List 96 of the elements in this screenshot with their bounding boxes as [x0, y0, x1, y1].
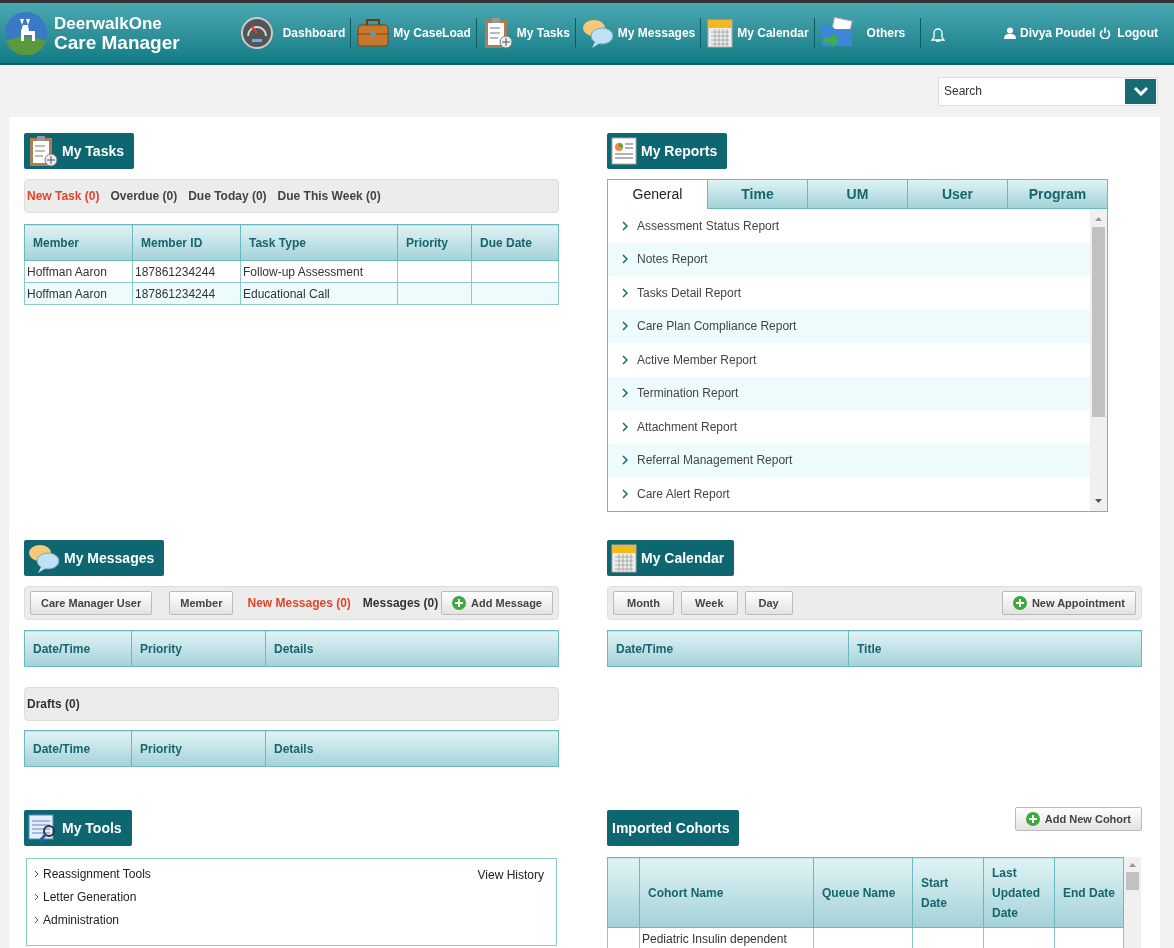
- column-header: End Date: [1054, 857, 1124, 928]
- report-list-item[interactable]: Referral Management Report: [608, 443, 1090, 477]
- briefcase-icon: [356, 18, 391, 48]
- drafts-bar: Drafts (0): [24, 687, 559, 721]
- section-heading: My Messages: [24, 540, 165, 576]
- column-header: Member: [24, 224, 133, 261]
- nav-link[interactable]: My Calendar: [704, 17, 811, 49]
- chevron-right-icon: [622, 388, 628, 399]
- table-cell: Hoffman Aaron: [24, 260, 133, 283]
- chevron-right-icon: [34, 869, 39, 878]
- view-history-link[interactable]: View History: [477, 866, 544, 884]
- chevron-right-icon: [622, 455, 628, 466]
- table-cell: Hoffman Aaron: [24, 282, 133, 305]
- dropdown-button[interactable]: [1125, 78, 1156, 104]
- chevron-right-icon: [34, 892, 39, 901]
- chevron-right-icon: [622, 220, 628, 231]
- plus-circle-icon: [1025, 812, 1040, 826]
- user-name-link[interactable]: Divya Poudel: [1020, 24, 1096, 42]
- chevron-down-icon: [1132, 86, 1149, 96]
- column-header: Date/Time: [607, 630, 849, 667]
- button[interactable]: Month: [613, 591, 674, 615]
- user-icon: [1004, 27, 1016, 39]
- table-cell: Educational Call: [240, 282, 398, 305]
- speech-bubbles-icon: [580, 17, 615, 49]
- section-heading: Imported Cohorts: [607, 810, 740, 846]
- nav-link[interactable]: Others: [817, 17, 918, 49]
- column-header: Priority: [131, 630, 266, 667]
- column-header: Queue Name: [813, 857, 913, 928]
- button[interactable]: Day: [744, 591, 793, 615]
- logo-text: DeerwalkOne: [54, 14, 163, 32]
- gauge-icon: [239, 16, 274, 50]
- chevron-right-icon: [622, 287, 628, 298]
- tab[interactable]: User: [907, 180, 1007, 209]
- button[interactable]: Add New Cohort: [1014, 807, 1142, 831]
- bell-icon: [930, 27, 947, 43]
- filter-link[interactable]: Due This Week (0): [277, 187, 381, 205]
- report-list-item[interactable]: Care Plan Compliance Report: [608, 309, 1090, 343]
- tab[interactable]: Time: [707, 180, 807, 209]
- folder-icon: [819, 17, 856, 49]
- report-icon: [610, 136, 638, 166]
- button[interactable]: New Appointment: [1001, 591, 1136, 615]
- tab[interactable]: UM: [807, 180, 907, 209]
- section-heading: My Calendar: [607, 540, 735, 576]
- column-header: Details: [265, 630, 559, 667]
- column-header: [607, 857, 640, 928]
- button[interactable]: Care Manager User: [30, 591, 153, 615]
- logo-text: Care Manager: [54, 32, 180, 52]
- column-header: Due Date: [471, 224, 559, 261]
- speech-bubbles-icon: [27, 542, 61, 574]
- column-header: Task Type: [240, 224, 398, 261]
- chevron-right-icon: [622, 488, 628, 499]
- table-cell: 187861234244: [132, 260, 241, 283]
- table-cell: [607, 927, 640, 948]
- filter-link[interactable]: Due Today (0): [188, 187, 267, 205]
- button[interactable]: Week: [681, 591, 738, 615]
- column-header: Priority: [397, 224, 472, 261]
- plus-circle-icon: [1012, 596, 1027, 610]
- clipboard-icon: [27, 134, 59, 168]
- chevron-right-icon: [622, 421, 628, 432]
- filter-link[interactable]: Messages (0): [362, 594, 439, 612]
- plus-circle-icon: [452, 596, 467, 610]
- section-heading: My Reports: [607, 133, 728, 169]
- calendar-icon: [610, 542, 638, 574]
- deer-logo-icon: [4, 11, 48, 55]
- chevron-right-icon: [622, 321, 628, 332]
- nav-link[interactable]: My Tasks: [479, 16, 572, 50]
- filter-link[interactable]: New Task (0): [27, 187, 100, 205]
- column-header: Last Updated Date: [983, 857, 1055, 928]
- button[interactable]: Member: [169, 591, 234, 615]
- chevron-right-icon: [622, 354, 628, 365]
- nav-link[interactable]: Dashboard: [237, 16, 348, 50]
- chevron-right-icon: [622, 254, 628, 265]
- column-header: Member ID: [132, 224, 241, 261]
- report-list-item[interactable]: Termination Report: [608, 376, 1090, 410]
- button[interactable]: Add Message: [441, 591, 553, 615]
- tab[interactable]: Program: [1007, 180, 1107, 209]
- filter-link[interactable]: New Messages (0): [247, 594, 351, 612]
- chevron-right-icon: [34, 915, 39, 924]
- column-header: Priority: [131, 730, 266, 767]
- column-header: Start Date: [912, 857, 984, 928]
- column-header: Date/Time: [24, 730, 132, 767]
- section-heading: My Tools: [24, 810, 132, 846]
- section-heading: My Tasks: [24, 133, 134, 169]
- column-header: Title: [848, 630, 1142, 667]
- power-icon: [1099, 27, 1112, 39]
- logout-link[interactable]: Logout: [1117, 24, 1158, 42]
- nav-link[interactable]: My CaseLoad: [354, 18, 473, 48]
- column-header: Date/Time: [24, 630, 132, 667]
- table-cell: Follow-up Assessment: [240, 260, 398, 283]
- calendar-icon: [706, 17, 735, 49]
- column-header: Cohort Name: [639, 857, 814, 928]
- filter-link[interactable]: Overdue (0): [110, 187, 178, 205]
- column-header: Details: [265, 730, 559, 767]
- table-cell: 187861234244: [132, 282, 241, 305]
- nav-link[interactable]: My Messages: [578, 17, 698, 49]
- report-list-item[interactable]: Notes Report: [608, 242, 1090, 276]
